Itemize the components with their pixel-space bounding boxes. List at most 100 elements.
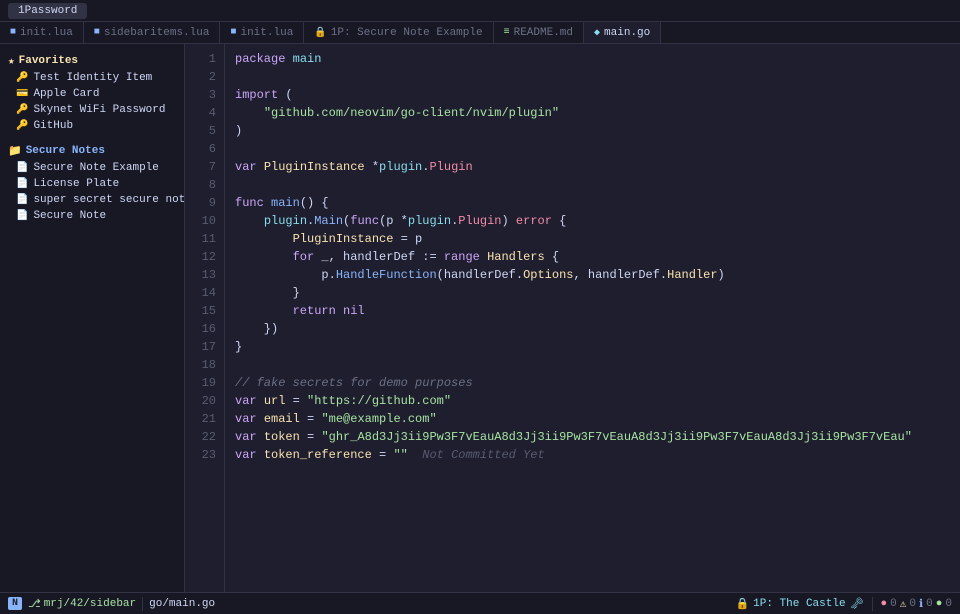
line-number: 16 xyxy=(185,320,216,338)
current-file: go/main.go xyxy=(149,598,215,610)
code-line: p.HandleFunction(handlerDef.Options, han… xyxy=(235,266,950,284)
folder-icon: 📄 xyxy=(16,210,28,222)
tab-label: sidebaritems.lua xyxy=(104,27,210,39)
code-line: for _, handlerDef := range Handlers { xyxy=(235,248,950,266)
key-icon: 🔑 xyxy=(16,72,28,84)
code-line: } xyxy=(235,338,950,356)
code-line: var PluginInstance *plugin.Plugin xyxy=(235,158,950,176)
line-number: 7 xyxy=(185,158,216,176)
code-line: import ( xyxy=(235,86,950,104)
code-content[interactable]: package main import ( "github.com/neovim… xyxy=(225,44,960,592)
line-number: 11 xyxy=(185,230,216,248)
code-line: var token = "ghr_A8d3Jj3ii9Pw3F7vEauA8d3… xyxy=(235,428,950,446)
sidebar-item-super-secret[interactable]: 📄 super secret secure not xyxy=(0,192,184,208)
main-content: ★ Favorites 🔑 Test Identity Item 💳 Apple… xyxy=(0,44,960,592)
lua-icon: ■ xyxy=(94,27,100,38)
status-left: N ⎇ mrj/42/sidebar go/main.go xyxy=(8,597,215,611)
tab-bar: ■ init.lua ■ sidebaritems.lua ■ init.lua… xyxy=(0,22,960,44)
tab-secure-note[interactable]: 🔒 1P: Secure Note Example xyxy=(304,22,493,43)
line-number: 12 xyxy=(185,248,216,266)
code-line: PluginInstance = p xyxy=(235,230,950,248)
sidebar-item-apple-card[interactable]: 💳 Apple Card xyxy=(0,86,184,102)
code-line xyxy=(235,176,950,194)
code-line: plugin.Main(func(p *plugin.Plugin) error… xyxy=(235,212,950,230)
error-counts: ● 0 ⚠ 0 ℹ 0 ● 0 xyxy=(881,597,952,611)
line-number: 3 xyxy=(185,86,216,104)
line-number: 4 xyxy=(185,104,216,122)
favorites-header: ★ Favorites xyxy=(0,50,184,70)
key-icon: 🔑 xyxy=(16,104,28,116)
sidebar-item-secure-note[interactable]: 📄 Secure Note xyxy=(0,208,184,224)
line-number: 9 xyxy=(185,194,216,212)
title-bar: 1Password xyxy=(0,0,960,22)
folder-icon: 📄 xyxy=(16,194,28,206)
folder-icon: 📄 xyxy=(16,178,28,190)
tab-label: main.go xyxy=(604,27,650,39)
code-line xyxy=(235,356,950,374)
tab-readme[interactable]: ≡ README.md xyxy=(494,22,584,43)
error-icon: ● xyxy=(881,598,888,610)
warn-icon: ⚠ xyxy=(900,597,907,611)
secure-notes-header: 📁 Secure Notes xyxy=(0,140,184,160)
line-numbers: 1234567891011121314151617181920212223 xyxy=(185,44,225,592)
code-line: } xyxy=(235,284,950,302)
star-icon: ★ xyxy=(8,54,15,68)
lock-icon: 🔒 xyxy=(735,597,749,611)
status-right: 🔒 1P: The Castle 🗝 ● 0 ⚠ 0 ℹ 0 ● 0 xyxy=(735,597,952,611)
tab-sidebaritems-lua[interactable]: ■ sidebaritems.lua xyxy=(84,22,221,43)
sidebar-item-secure-note-example[interactable]: 📄 Secure Note Example xyxy=(0,160,184,176)
tab-main-go[interactable]: ◆ main.go xyxy=(584,22,661,43)
code-line: }) xyxy=(235,320,950,338)
line-number: 5 xyxy=(185,122,216,140)
line-number: 6 xyxy=(185,140,216,158)
tab-label: README.md xyxy=(514,27,573,39)
tab-init-lua-2[interactable]: ■ init.lua xyxy=(220,22,304,43)
lua-icon: ■ xyxy=(10,27,16,38)
line-number: 23 xyxy=(185,446,216,464)
line-number: 10 xyxy=(185,212,216,230)
code-line: package main xyxy=(235,50,950,68)
code-line: ) xyxy=(235,122,950,140)
folder-icon: 📄 xyxy=(16,162,28,174)
tab-label: 1P: Secure Note Example xyxy=(331,27,483,39)
code-line: var token_reference = "" Not Committed Y… xyxy=(235,446,950,464)
md-icon: ≡ xyxy=(504,27,510,38)
sidebar-item-license-plate[interactable]: 📄 License Plate xyxy=(0,176,184,192)
tab-init-lua-1[interactable]: ■ init.lua xyxy=(0,22,84,43)
app-title: 1Password xyxy=(8,3,87,19)
folder-icon: 📁 xyxy=(8,144,22,158)
branch-icon: ⎇ xyxy=(28,597,41,611)
key-icon-status: 🗝 xyxy=(850,597,864,611)
sidebar-item-github[interactable]: 🔑 GitHub xyxy=(0,118,184,134)
tab-label: init.lua xyxy=(20,27,73,39)
line-number: 1 xyxy=(185,50,216,68)
nvim-icon: N xyxy=(8,597,22,610)
line-number: 20 xyxy=(185,392,216,410)
line-number: 14 xyxy=(185,284,216,302)
note-icon: 🔒 xyxy=(314,27,326,39)
info-icon: ℹ xyxy=(919,597,923,611)
sidebar-item-skynet-wifi[interactable]: 🔑 Skynet WiFi Password xyxy=(0,102,184,118)
line-number: 18 xyxy=(185,356,216,374)
tab-label: init.lua xyxy=(240,27,293,39)
code-line: func main() { xyxy=(235,194,950,212)
code-line xyxy=(235,140,950,158)
line-number: 15 xyxy=(185,302,216,320)
code-editor[interactable]: 1234567891011121314151617181920212223 pa… xyxy=(185,44,960,592)
line-number: 21 xyxy=(185,410,216,428)
code-line: // fake secrets for demo purposes xyxy=(235,374,950,392)
code-line xyxy=(235,68,950,86)
code-line: "github.com/neovim/go-client/nvim/plugin… xyxy=(235,104,950,122)
line-number: 2 xyxy=(185,68,216,86)
lua-icon: ■ xyxy=(230,27,236,38)
sidebar-item-test-identity[interactable]: 🔑 Test Identity Item xyxy=(0,70,184,86)
line-number: 8 xyxy=(185,176,216,194)
git-branch: ⎇ mrj/42/sidebar xyxy=(28,597,136,611)
code-line: var url = "https://github.com" xyxy=(235,392,950,410)
divider xyxy=(142,597,143,611)
line-number: 13 xyxy=(185,266,216,284)
status-bar: N ⎇ mrj/42/sidebar go/main.go 🔒 1P: The … xyxy=(0,592,960,614)
line-number: 22 xyxy=(185,428,216,446)
onepassword-status: 🔒 1P: The Castle 🗝 xyxy=(735,597,863,611)
line-number: 19 xyxy=(185,374,216,392)
